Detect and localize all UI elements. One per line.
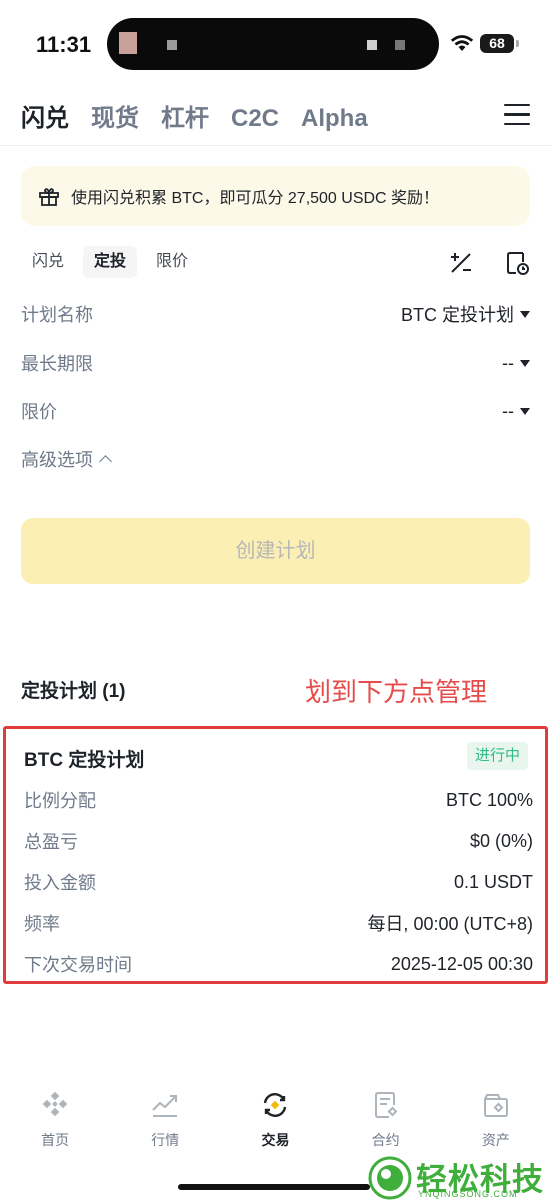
banner-text: 使用闪兑积累 BTC，即可瓜分 27,500 USDC 奖励！ xyxy=(71,190,440,207)
top-tabs: 闪兑 现货 杠杆 C2C Alpha xyxy=(21,98,368,134)
order-history-icon[interactable] xyxy=(504,250,530,276)
nav-label: 合约 xyxy=(371,1132,400,1148)
order-type-tabs: 闪兑 定投 限价 xyxy=(21,246,199,278)
calculator-icon[interactable] xyxy=(448,250,474,276)
caret-down-icon xyxy=(520,407,530,415)
gift-icon xyxy=(39,188,59,206)
subtab-flash[interactable]: 闪兑 xyxy=(21,246,75,278)
card-row-frequency: 频率 每日, 00:00 (UTC+8) xyxy=(24,910,533,936)
plan-name-label: 计划名称 xyxy=(21,305,93,325)
status-bar: 11:31 68 xyxy=(0,0,551,90)
max-period-label: 最长期限 xyxy=(21,354,93,374)
tab-alpha[interactable]: Alpha xyxy=(301,105,368,133)
divider xyxy=(0,145,551,146)
subtab-recurring[interactable]: 定投 xyxy=(83,246,138,278)
tab-margin[interactable]: 杠杆 xyxy=(161,98,209,133)
card-row-label: 比例分配 xyxy=(24,791,96,811)
card-row-value: 0.1 USDT xyxy=(453,871,533,892)
max-period-select[interactable]: -- xyxy=(502,353,530,374)
caret-down-icon xyxy=(520,359,530,367)
blurred-icon xyxy=(367,40,377,50)
plan-card-name: BTC 定投计划 xyxy=(24,750,145,771)
tab-spot[interactable]: 现货 xyxy=(91,98,139,133)
nav-label: 交易 xyxy=(261,1132,290,1148)
limit-price-select[interactable]: -- xyxy=(502,401,530,422)
watermark: 轻松科技 YNQINGSONG.COM xyxy=(364,1150,551,1200)
blurred-icon xyxy=(119,32,137,54)
futures-icon xyxy=(374,1092,398,1118)
menu-icon[interactable] xyxy=(504,104,530,126)
limit-price-label: 限价 xyxy=(21,402,57,422)
trade-icon xyxy=(264,1093,287,1117)
card-row-pnl: 总盈亏 $0 (0%) xyxy=(24,828,533,854)
plan-name-select[interactable]: BTC 定投计划 xyxy=(401,301,530,327)
nav-home[interactable]: 首页 xyxy=(0,1090,110,1160)
annotation-text: 划到下方点管理 xyxy=(305,677,488,707)
card-row-value: 每日, 00:00 (UTC+8) xyxy=(367,914,533,934)
promo-banner[interactable]: 使用闪兑积累 BTC，即可瓜分 27,500 USDC 奖励！ xyxy=(21,166,530,226)
assets-icon xyxy=(483,1094,508,1117)
blurred-icon xyxy=(395,40,405,50)
caret-down-icon xyxy=(520,310,530,318)
nav-label: 首页 xyxy=(41,1132,70,1148)
limit-price-value: -- xyxy=(502,400,514,421)
subtab-limit[interactable]: 限价 xyxy=(145,246,199,278)
card-row-allocation: 比例分配 BTC 100% xyxy=(24,787,533,813)
chevron-up-icon xyxy=(99,455,112,468)
status-badge: 进行中 xyxy=(467,742,529,770)
tab-flash-swap[interactable]: 闪兑 xyxy=(21,98,69,133)
watermark-subtext: YNQINGSONG.COM xyxy=(418,1189,518,1199)
home-indicator xyxy=(178,1184,370,1190)
card-row-label: 总盈亏 xyxy=(24,832,78,852)
plan-name-value: BTC 定投计划 xyxy=(400,305,514,325)
plans-section-title: 定投计划 (1) xyxy=(21,681,126,702)
markets-icon xyxy=(152,1095,178,1117)
max-period-row: 最长期限 -- xyxy=(21,348,530,378)
card-row-value: $0 (0%) xyxy=(469,830,533,851)
plan-name-row: 计划名称 BTC 定投计划 xyxy=(21,299,530,329)
card-row-value: BTC 100% xyxy=(445,789,533,810)
plan-card[interactable]: BTC 定投计划 进行中 比例分配 BTC 100% 总盈亏 $0 (0%) 投… xyxy=(3,726,548,984)
max-period-value: -- xyxy=(502,352,514,373)
battery-indicator: 68 xyxy=(480,34,514,53)
card-row-label: 下次交易时间 xyxy=(24,955,132,975)
blurred-icon xyxy=(167,40,177,50)
dynamic-island xyxy=(107,18,439,70)
nav-label: 资产 xyxy=(481,1132,510,1148)
card-row-label: 频率 xyxy=(24,914,60,934)
watermark-logo-icon xyxy=(368,1156,412,1200)
tab-c2c[interactable]: C2C xyxy=(231,105,279,133)
battery-tip xyxy=(516,40,519,47)
home-icon xyxy=(42,1091,68,1117)
nav-markets[interactable]: 行情 xyxy=(110,1090,220,1160)
limit-price-row: 限价 -- xyxy=(21,396,530,426)
create-plan-button[interactable]: 创建计划 xyxy=(21,518,530,584)
nav-label: 行情 xyxy=(151,1132,180,1148)
card-row-label: 投入金额 xyxy=(24,873,96,893)
nav-trade[interactable]: 交易 xyxy=(220,1090,330,1160)
card-row-value: 2025-12-05 00:30 xyxy=(390,953,533,974)
advanced-options-label: 高级选项 xyxy=(21,450,93,470)
card-row-next-trade: 下次交易时间 2025-12-05 00:30 xyxy=(24,951,533,977)
status-time: 11:31 xyxy=(36,32,92,57)
advanced-options-toggle[interactable]: 高级选项 xyxy=(21,446,112,472)
card-row-amount: 投入金额 0.1 USDT xyxy=(24,869,533,895)
wifi-icon xyxy=(450,35,474,51)
